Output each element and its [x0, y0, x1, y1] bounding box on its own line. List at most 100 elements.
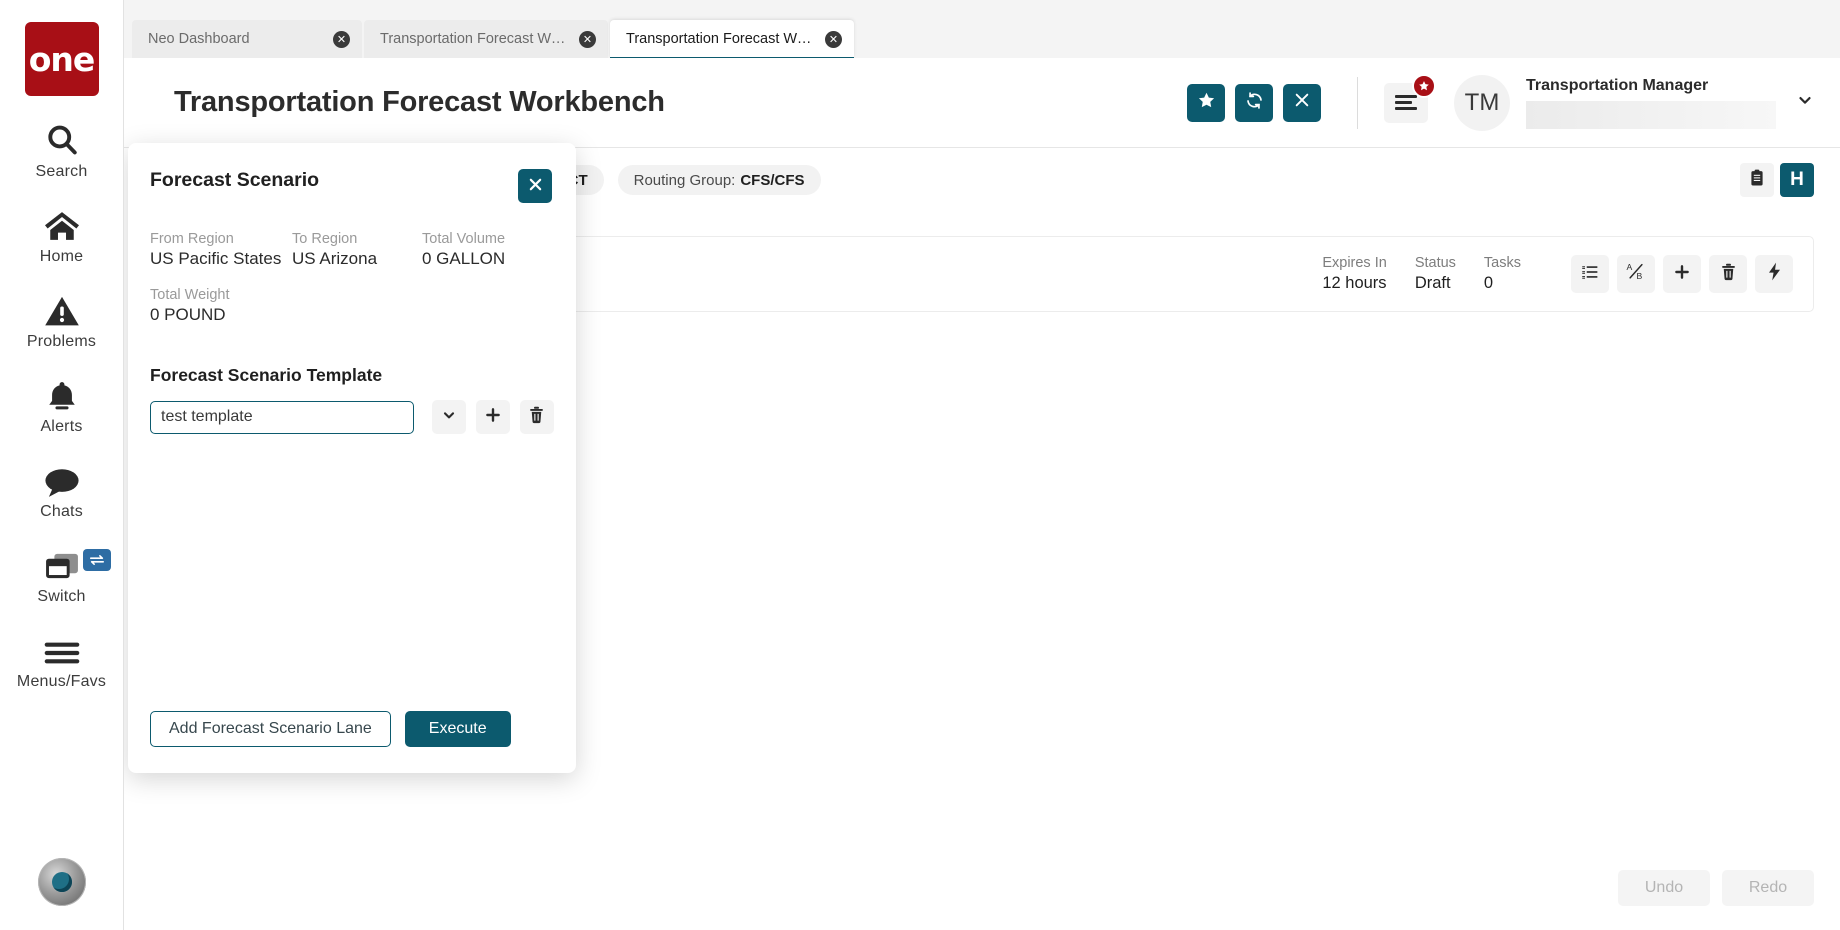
refresh-button[interactable] [1235, 83, 1273, 122]
field-label: To Region [292, 231, 358, 247]
header-divider [1357, 76, 1358, 129]
windows-stack-icon [44, 543, 80, 583]
chat-bubble-icon [43, 458, 81, 498]
panel-close-button[interactable] [518, 169, 552, 203]
stat-label: Status [1414, 255, 1456, 271]
trash-icon [1720, 263, 1737, 286]
chip-bar-actions: H [1734, 163, 1840, 197]
sidebar-item-home[interactable]: Home [7, 203, 117, 266]
close-icon[interactable]: ✕ [825, 30, 842, 48]
add-button[interactable] [1663, 255, 1701, 293]
sidebar-label-chats: Chats [40, 503, 83, 520]
refresh-icon [1245, 91, 1264, 115]
favorite-button[interactable] [1187, 83, 1225, 122]
clipboard-button[interactable] [1740, 163, 1774, 197]
panel-footer: Add Forecast Scenario Lane Execute [128, 711, 576, 773]
sidebar-item-problems[interactable]: Problems [7, 288, 117, 351]
star-icon [1197, 91, 1216, 115]
plus-icon [1673, 263, 1691, 286]
chip-value: CFS/CFS [740, 171, 805, 189]
close-icon[interactable]: ✕ [579, 30, 596, 48]
template-add-button[interactable] [475, 400, 510, 434]
svg-text:A: A [1626, 262, 1632, 272]
field-value: 0 GALLON [422, 249, 506, 268]
close-icon[interactable]: ✕ [333, 30, 350, 48]
hamburger-icon [44, 628, 80, 668]
sidebar-item-search[interactable]: Search [7, 118, 117, 181]
lightning-bolt-icon [1767, 262, 1782, 286]
panel-title: Forecast Scenario [150, 169, 320, 191]
redo-button[interactable]: Redo [1722, 870, 1814, 906]
one-logo[interactable]: one [24, 22, 99, 96]
field-to-region: To Region US Arizona [292, 231, 422, 269]
execute-bolt-button[interactable] [1755, 255, 1793, 293]
status-badge: Draft [1414, 274, 1451, 292]
sidebar-item-alerts[interactable]: Alerts [7, 373, 117, 436]
tab-label: Neo Dashboard [148, 31, 250, 47]
avatar[interactable]: TM [1454, 74, 1510, 131]
sidebar-label-alerts: Alerts [40, 418, 83, 435]
stat-value: 12 hours [1322, 274, 1387, 292]
header-actions: TM Transportation Manager [1177, 73, 1840, 131]
template-name-input[interactable] [150, 400, 414, 434]
sidebar-item-chats[interactable]: Chats [7, 458, 117, 521]
sidebar-item-menus-favs[interactable]: Menus/Favs [7, 628, 117, 691]
a-over-b-icon: A B [1626, 262, 1646, 286]
close-x-icon [1294, 92, 1310, 113]
stat-label: Tasks [1483, 255, 1521, 271]
scenario-fields: From Region US Pacific States To Region … [128, 203, 576, 343]
field-label: Total Volume [422, 231, 506, 247]
bell-icon [45, 373, 79, 413]
template-delete-button[interactable] [519, 400, 554, 434]
plus-icon [484, 406, 502, 429]
tab-label: Transportation Forecast Workbe… [380, 31, 571, 47]
template-dropdown-button[interactable] [431, 400, 466, 434]
user-name: Transportation Manager [1526, 76, 1709, 94]
execute-button[interactable]: Execute [404, 711, 511, 747]
list-view-button[interactable] [1571, 255, 1609, 293]
history-button[interactable]: H [1780, 163, 1814, 197]
search-icon [44, 118, 80, 158]
tab-transportation-forecast-workbench-2[interactable]: Transportation Forecast Workbe… ✕ [610, 20, 854, 60]
forecast-scenario-panel: Forecast Scenario From Region US Pacific… [128, 143, 576, 773]
swap-arrows-icon[interactable] [82, 549, 111, 571]
chevron-down-icon [441, 407, 457, 428]
field-value: US Arizona [292, 249, 378, 268]
field-from-region: From Region US Pacific States [150, 231, 292, 269]
close-x-icon [528, 177, 543, 196]
stat-status: Status Draft [1415, 255, 1456, 293]
undo-button[interactable]: Undo [1618, 870, 1710, 906]
close-button[interactable] [1283, 83, 1321, 122]
user-avatar-photo[interactable] [37, 858, 86, 906]
menu-button[interactable] [1384, 73, 1436, 123]
page-header: Transportation Forecast Workbench TM Tra… [124, 58, 1840, 148]
tab-neo-dashboard[interactable]: Neo Dashboard ✕ [132, 20, 362, 58]
warning-triangle-icon [44, 288, 80, 328]
hamburger-icon [1395, 92, 1417, 113]
template-controls-row [128, 386, 576, 434]
user-secondary-bar [1526, 100, 1776, 129]
stat-label: Expires In [1322, 255, 1387, 271]
sidebar-label-menus-favs: Menus/Favs [16, 673, 107, 690]
chip-routing-group: Routing Group: CFS/CFS [617, 165, 821, 195]
chip-label: Routing Group: [633, 171, 736, 189]
sidebar-label-problems: Problems [26, 333, 97, 350]
add-forecast-scenario-lane-button[interactable]: Add Forecast Scenario Lane [150, 711, 391, 747]
sidebar-item-switch[interactable]: Switch [7, 543, 117, 606]
undo-redo-bar: Undo Redo [1606, 870, 1814, 906]
field-total-weight: Total Weight 0 POUND [150, 287, 554, 325]
template-section-title: Forecast Scenario Template [150, 365, 383, 385]
user-menu-button[interactable] [1786, 83, 1824, 122]
avatar-graphic [51, 872, 72, 892]
compare-button[interactable]: A B [1617, 255, 1655, 293]
home-icon [43, 203, 81, 243]
page-title: Transportation Forecast Workbench [174, 86, 665, 118]
stat-expires-in: Expires In 12 hours [1322, 255, 1386, 293]
user-info: Transportation Manager [1526, 77, 1776, 129]
panel-header: Forecast Scenario [128, 143, 576, 203]
field-label: Total Weight [150, 287, 230, 303]
delete-button[interactable] [1709, 255, 1747, 293]
tab-transportation-forecast-workbench-1[interactable]: Transportation Forecast Workbe… ✕ [364, 20, 608, 58]
tab-label: Transportation Forecast Workbe… [626, 31, 817, 47]
left-nav-rail: one Search Home Problems Alerts Chats Sw… [0, 0, 124, 930]
